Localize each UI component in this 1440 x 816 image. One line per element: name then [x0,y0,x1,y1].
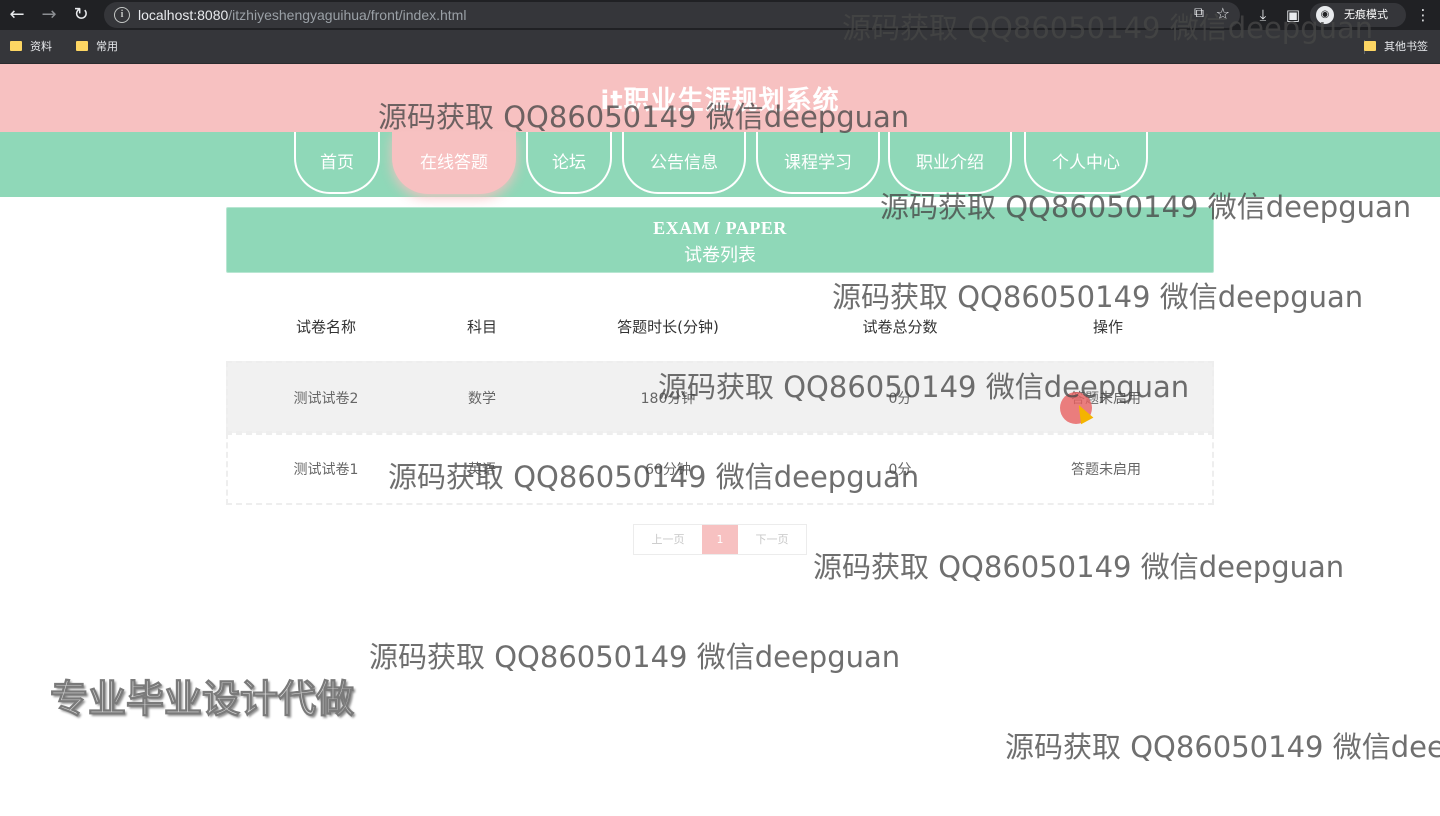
bookmark-item[interactable]: 常用 [76,39,118,55]
watermark-text: 源码获取 QQ86050149 微信deepguan [658,370,1190,404]
header-duration: 答题时长(分钟) [617,318,719,336]
watermark-text: 源码获取 QQ86050149 微信deepguan [1005,730,1440,764]
nav-course[interactable]: 课程学习 [756,132,880,194]
page-1-button[interactable]: 1 [702,525,738,554]
nav-notice[interactable]: 公告信息 [622,132,746,194]
cell-subject: 数学 [468,391,496,407]
header-subject: 科目 [466,318,497,336]
watermark-text: 源码获取 QQ86050149 微信deepguan [880,190,1412,224]
header-action: 操作 [1092,318,1123,336]
prev-page-button[interactable]: 上一页 [634,525,702,554]
cell-paper-name: 测试试卷1 [293,462,359,478]
promo-text: 专业毕业设计代做 [49,677,355,722]
back-icon[interactable]: ← [6,4,28,26]
nav-online-exam[interactable]: 在线答题 [392,132,516,194]
header-paper-name: 试卷名称 [295,318,356,336]
header-total-score: 试卷总分数 [862,318,938,336]
nav-forum[interactable]: 论坛 [526,132,612,194]
pagination: 上一页 1 下一页 [633,524,807,555]
forward-icon[interactable]: → [38,4,60,26]
exam-disabled-link[interactable]: 答题未启用 [1046,459,1166,479]
nav-home[interactable]: 首页 [294,132,380,194]
watermark-text: 源码获取 QQ86050149 微信deepguan [388,460,920,494]
bookmark-item[interactable]: 资料 [10,39,52,55]
watermark-text: 源码获取 QQ86050149 微信deepguan [842,11,1374,45]
folder-icon [76,41,88,51]
watermark-text: 源码获取 QQ86050149 微信deepguan [832,280,1364,314]
panel-title-zh: 试卷列表 [684,245,756,266]
reload-icon[interactable]: ↻ [70,4,92,26]
cell-paper-name: 测试试卷2 [293,391,359,407]
folder-icon [10,41,22,51]
watermark-text: 源码获取 QQ86050149 微信deepguan [813,550,1345,584]
next-page-button[interactable]: 下一页 [738,525,806,554]
other-bookmarks[interactable]: 其他书签 [1364,39,1428,55]
menu-icon[interactable]: ⋮ [1412,4,1434,26]
info-icon[interactable]: i [114,7,130,23]
watermark-text: 源码获取 QQ86050149 微信deepguan [378,100,910,134]
url-text: localhost:8080/itzhiyeshengyaguihua/fron… [138,7,467,23]
watermark-text: 源码获取 QQ86050149 微信deepguan [369,640,901,674]
